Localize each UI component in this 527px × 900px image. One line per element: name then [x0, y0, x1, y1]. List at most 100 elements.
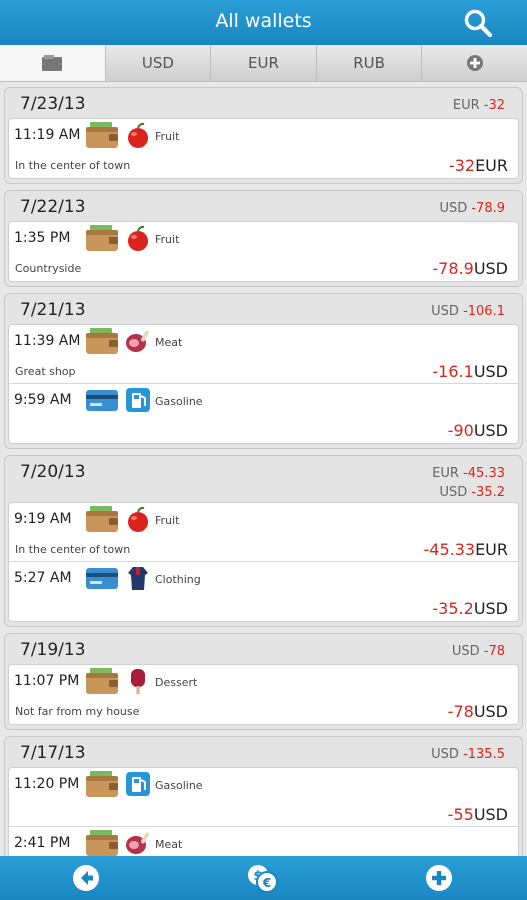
transaction-category: Gasoline	[155, 779, 203, 792]
day-total: EUR -45.33	[432, 464, 505, 483]
amount-value: -16.1	[432, 362, 474, 381]
transaction-time: 5:27 AM	[14, 570, 72, 586]
amount-currency: USD	[473, 805, 508, 824]
transactions-card: 11:20 PM Gasoline -55USD 2:41 PM Meat	[8, 767, 519, 856]
total-currency: USD	[431, 304, 459, 319]
transaction-row[interactable]: 11:20 PM Gasoline -55USD	[9, 768, 518, 827]
amount-value: -45.33	[423, 540, 476, 559]
total-currency: USD	[451, 644, 480, 659]
amount-value: -78.9	[432, 259, 474, 278]
transaction-row[interactable]: 5:27 AM Clothing -35.2USD	[9, 562, 518, 621]
transaction-row[interactable]: 9:19 AM Fruit In the center of town -45.33E…	[9, 503, 518, 562]
transaction-category: Gasoline	[155, 395, 203, 408]
transaction-amount: -45.33EUR	[423, 540, 508, 559]
transaction-note: In the center of town	[15, 543, 131, 556]
transaction-category: Meat	[155, 336, 183, 349]
transaction-amount: -78.9USD	[432, 259, 508, 278]
add-circle-icon[interactable]	[424, 863, 454, 893]
day-date: 7/17/13	[20, 743, 86, 763]
amount-currency: USD	[473, 259, 508, 278]
day-totals: USD -106.1	[431, 298, 505, 324]
transaction-time: 9:59 AM	[14, 392, 72, 408]
meat-icon	[126, 832, 149, 854]
clothing-icon	[128, 567, 148, 590]
day-header: 7/17/13 USD -135.5	[8, 737, 519, 767]
apple-icon	[128, 506, 148, 532]
transactions-card: 11:39 AM Meat Great shop -16.1 USD 9:59 AM Gas…	[8, 324, 519, 444]
transactions-card: 1:35 PM Fruit Countryside -78.9USD	[8, 221, 519, 282]
day-date: 7/20/13	[20, 462, 86, 482]
back-arrow-icon[interactable]	[71, 863, 101, 893]
transaction-note: Not far from my house	[15, 705, 140, 718]
gas-pump-icon	[126, 772, 150, 796]
transactions-card: 11:19 AM Fruit In the center of town -32EUR	[8, 118, 519, 179]
day-totals: USD -135.5	[431, 741, 505, 767]
apple-icon	[128, 122, 148, 148]
total-currency: EUR	[432, 466, 459, 481]
day-total: USD -106.1	[431, 302, 505, 321]
popsicle-icon	[131, 669, 145, 694]
day-total: USD -35.2	[432, 483, 505, 502]
credit-card-icon	[86, 568, 118, 589]
total-currency: EUR	[452, 98, 480, 113]
transaction-category: Dessert	[155, 676, 198, 689]
transaction-row[interactable]: 11:39 AM Meat Great shop -16.1USD	[9, 325, 518, 384]
day-header: 7/22/13 USD -78.9	[8, 191, 519, 221]
transaction-row[interactable]: 1:35 PM Fruit Countryside -78.9USD	[9, 222, 518, 281]
amount-value: -35.2	[432, 599, 474, 618]
transaction-amount: -35.2USD	[432, 599, 508, 618]
meat-icon	[126, 330, 149, 352]
transaction-time: 2:41 PM	[14, 835, 71, 851]
total-value: -135.5	[463, 747, 505, 762]
tab-rub[interactable]: RUB	[317, 45, 423, 81]
day-group: 7/23/13 EUR -32 11:19 AM Fruit In the center…	[4, 87, 523, 184]
day-totals: USD -78	[452, 638, 505, 664]
transaction-time: 11:20 PM	[14, 776, 80, 792]
transaction-row[interactable]: 11:07 PM Dessert Not far from my house -78U…	[9, 665, 518, 724]
transaction-row[interactable]: 9:59 AM Gasoline -90USD	[9, 384, 518, 443]
day-group: 7/20/13 EUR -45.33 USD -35.2 9:19 AM Fruit In…	[4, 455, 523, 627]
day-group: 7/17/13 USD -135.5 11:20 PM Gasoline -55USD 2…	[4, 736, 523, 856]
cash-wallet-icon	[86, 506, 118, 532]
day-group: 7/22/13 USD -78.9 1:35 PM Fruit Countryside -…	[4, 190, 523, 287]
transactions-card: 9:19 AM Fruit In the center of town -45.33E…	[8, 502, 519, 622]
day-totals: USD -78.9	[439, 195, 505, 221]
day-totals: EUR -32	[453, 92, 505, 118]
amount-currency: USD	[473, 421, 508, 440]
total-value: -32	[483, 98, 505, 113]
currency-exchange-icon[interactable]: $ €	[246, 862, 278, 894]
transaction-list[interactable]: 7/23/13 EUR -32 11:19 AM Fruit In the center…	[0, 82, 527, 856]
transaction-time: 1:35 PM	[14, 230, 71, 246]
amount-value: -90	[447, 421, 474, 440]
total-value: -78	[483, 644, 505, 659]
tab-eur[interactable]: EUR	[211, 45, 317, 81]
total-value: -106.1	[463, 304, 505, 319]
bottom-bar: $ €	[0, 856, 527, 900]
transaction-row[interactable]: 2:41 PM Meat	[9, 827, 518, 856]
day-header: 7/20/13 EUR -45.33 USD -35.2	[8, 456, 519, 502]
tab-add-wallet[interactable]	[422, 45, 527, 81]
tab-all-wallets[interactable]	[0, 45, 106, 81]
day-total: USD -78	[452, 642, 505, 661]
amount-value: -78	[447, 702, 474, 721]
total-currency: USD	[431, 747, 459, 762]
total-value: -35.2	[471, 485, 505, 500]
transaction-row[interactable]: 11:19 AM Fruit In the center of town -32EUR	[9, 119, 518, 178]
transaction-amount: -78USD	[448, 702, 508, 721]
add-circle-icon	[466, 55, 483, 71]
tab-usd[interactable]: USD	[106, 45, 212, 81]
amount-currency: USD	[473, 702, 508, 721]
credit-card-icon	[86, 390, 118, 411]
transaction-note: Great shop	[15, 365, 76, 378]
transaction-time: 11:19 AM	[14, 127, 81, 143]
page-title: All wallets	[215, 10, 312, 32]
search-icon[interactable]	[463, 8, 493, 38]
day-date: 7/22/13	[20, 197, 86, 217]
transaction-time: 11:39 AM	[14, 333, 81, 349]
transaction-note: In the center of town	[15, 159, 131, 172]
total-value: -78.9	[471, 201, 505, 216]
transaction-category: Meat	[155, 838, 183, 851]
amount-currency: EUR	[475, 156, 508, 175]
transaction-time: 9:19 AM	[14, 511, 72, 527]
day-date: 7/21/13	[20, 300, 86, 320]
